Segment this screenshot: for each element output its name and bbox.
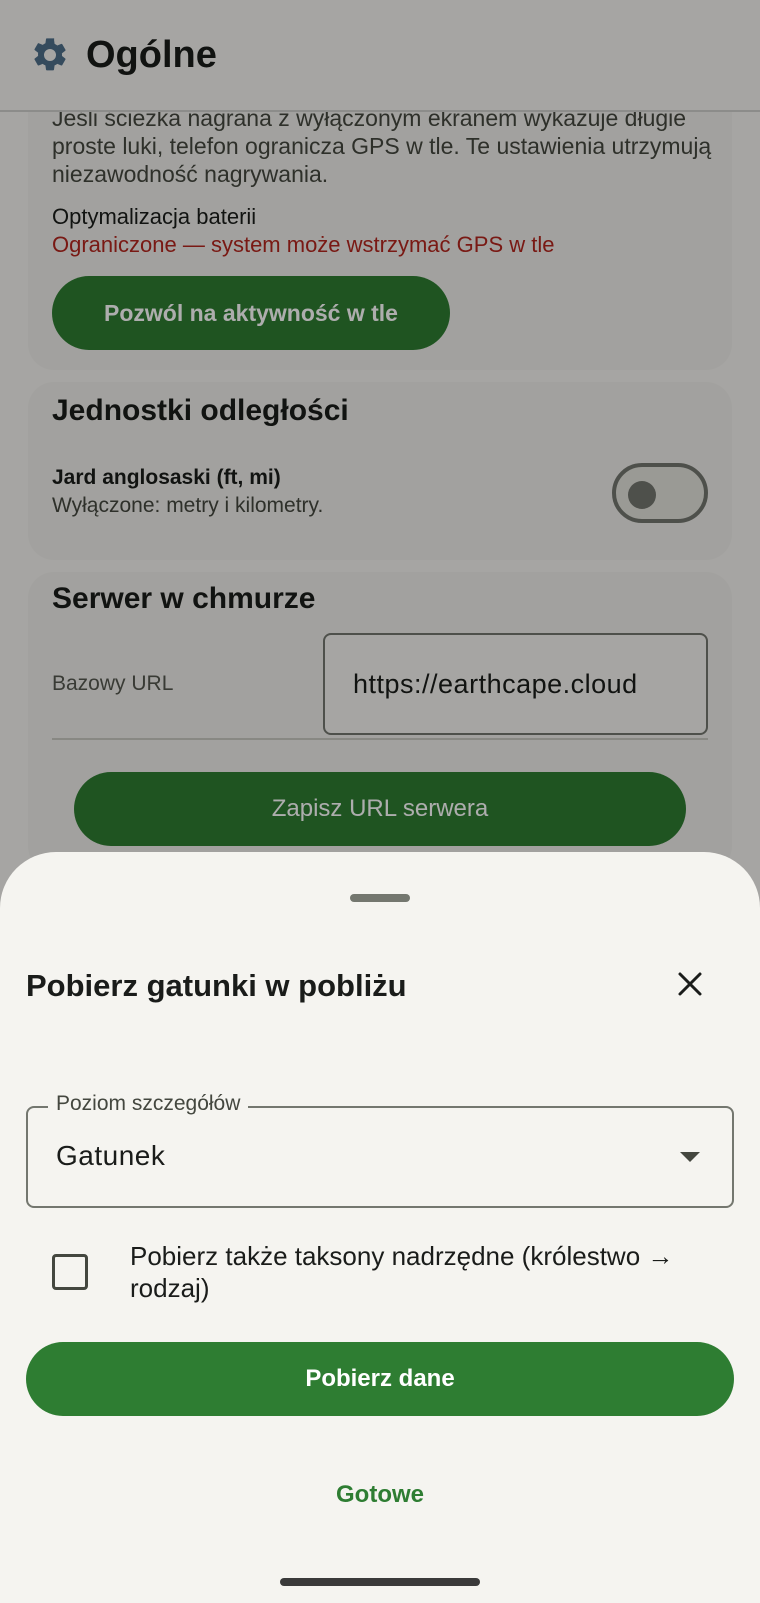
close-button[interactable] — [670, 964, 710, 1004]
drag-handle[interactable] — [350, 894, 410, 902]
detail-level-value: Gatunek — [56, 1140, 166, 1171]
parent-taxa-checkbox[interactable] — [52, 1254, 88, 1290]
sheet-title: Pobierz gatunki w pobliżu — [26, 968, 407, 1003]
detail-level-dropdown[interactable]: Poziom szczegółów Gatunek — [26, 1092, 734, 1208]
dropdown-arrow-icon — [680, 1152, 700, 1162]
download-data-button[interactable]: Pobierz dane — [26, 1342, 734, 1416]
gesture-nav-bar[interactable] — [280, 1578, 480, 1586]
detail-level-label: Poziom szczegółów — [48, 1092, 249, 1116]
done-button[interactable]: Gotowe — [300, 1470, 460, 1520]
parent-taxa-checkbox-label[interactable]: Pobierz także taksony nadrzędne (królest… — [130, 1240, 720, 1304]
screen: Jeśli ścieżka nagrana z wyłączonym ekran… — [0, 0, 760, 1603]
bottom-sheet: Pobierz gatunki w pobliżu Poziom szczegó… — [0, 852, 760, 1603]
close-icon — [678, 972, 702, 996]
